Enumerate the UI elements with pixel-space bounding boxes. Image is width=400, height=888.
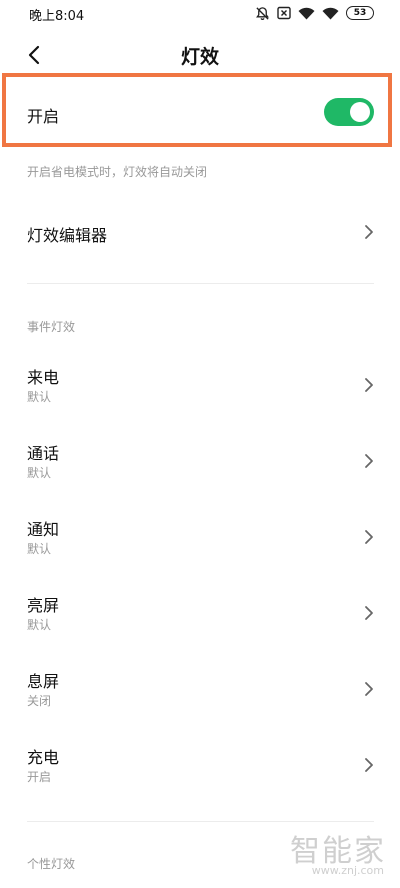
event-row-notification[interactable]: 通知 默认 <box>0 516 400 578</box>
editor-row[interactable]: 灯效编辑器 <box>0 202 400 262</box>
divider <box>27 821 374 822</box>
chevron-right-icon <box>365 758 373 772</box>
event-value: 默认 <box>27 542 52 556</box>
chevron-right-icon <box>365 530 373 544</box>
event-title: 亮屏 <box>27 596 60 615</box>
event-title: 通话 <box>27 444 60 463</box>
custom-section-title: 个性灯效 <box>27 857 76 871</box>
event-value: 默认 <box>27 618 52 632</box>
event-row-charging[interactable]: 充电 开启 <box>0 744 400 806</box>
event-section-title: 事件灯效 <box>27 320 76 334</box>
event-row-call[interactable]: 通话 默认 <box>0 440 400 502</box>
event-title: 通知 <box>27 520 60 539</box>
highlight-box <box>2 73 392 147</box>
divider <box>27 283 374 284</box>
status-bar: 晚上8:04 53 <box>0 0 400 28</box>
watermark: 智能家 www.znj.com <box>276 826 392 882</box>
event-row-screen-off[interactable]: 息屏 关闭 <box>0 668 400 730</box>
event-value: 默认 <box>27 466 52 480</box>
chevron-right-icon <box>365 682 373 696</box>
watermark-url: www.znj.com <box>311 864 384 877</box>
editor-label: 灯效编辑器 <box>27 226 108 245</box>
event-value: 开启 <box>27 770 52 784</box>
power-saving-hint: 开启省电模式时，灯效将自动关闭 <box>27 165 208 179</box>
page-title: 灯效 <box>180 46 219 68</box>
event-value: 关闭 <box>27 694 52 708</box>
status-time: 晚上8:04 <box>29 9 85 24</box>
chevron-right-icon <box>365 378 373 392</box>
chevron-right-icon <box>365 225 373 239</box>
event-row-incoming-call[interactable]: 来电 默认 <box>0 364 400 426</box>
status-icons: 53 <box>255 5 374 21</box>
event-row-screen-on[interactable]: 亮屏 默认 <box>0 592 400 654</box>
event-title: 充电 <box>27 748 60 767</box>
battery-icon: 53 <box>346 6 374 20</box>
header: 灯效 <box>0 34 400 76</box>
mute-bell-icon <box>255 6 270 21</box>
wifi-icon <box>298 7 315 20</box>
chevron-right-icon <box>365 454 373 468</box>
wifi-icon <box>322 7 339 20</box>
event-value: 默认 <box>27 390 52 404</box>
event-title: 息屏 <box>27 672 60 691</box>
sim-off-icon <box>277 6 291 20</box>
chevron-right-icon <box>365 606 373 620</box>
event-title: 来电 <box>27 368 60 387</box>
